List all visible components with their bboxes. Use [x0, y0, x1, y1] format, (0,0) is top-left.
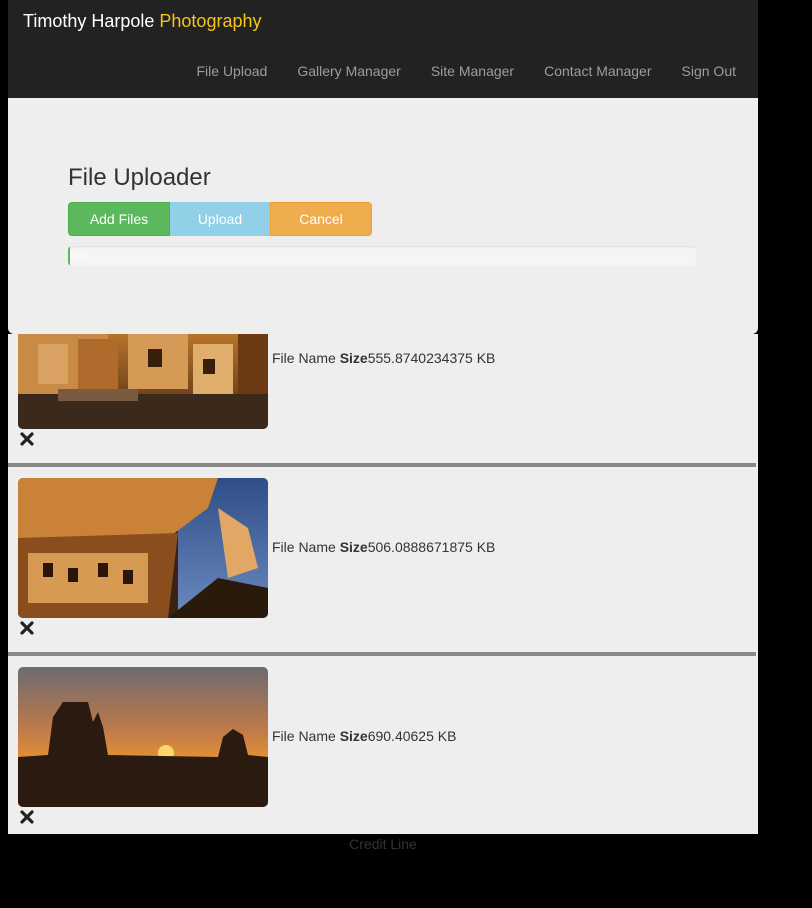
brand-accent: Photography	[159, 11, 262, 31]
add-files-button[interactable]: Add Files	[68, 202, 170, 236]
brand-name: Timothy Harpole	[23, 11, 155, 31]
file-thumbnail	[18, 478, 268, 618]
progress-bar-track: 0%	[68, 246, 697, 266]
uploader-buttons: Add Files Upload Cancel	[68, 202, 372, 236]
upload-button[interactable]: Upload	[170, 202, 270, 236]
file-size-label: Size	[339, 539, 368, 555]
brand[interactable]: Timothy Harpole Photography	[23, 11, 261, 32]
file-name-label: File Name	[272, 539, 336, 555]
nav-gallery-manager[interactable]: Gallery Manager	[282, 63, 416, 79]
file-size: 506.0888671875 KB	[367, 539, 496, 555]
file-size: 690.40625 KB	[367, 728, 457, 744]
remove-file-icon[interactable]	[19, 431, 35, 447]
list-item: File Name Size506.0888671875 KB	[8, 467, 758, 656]
file-size-label: Size	[339, 350, 368, 366]
uploader-title: File Uploader	[68, 164, 211, 191]
nav-site-manager[interactable]: Site Manager	[416, 63, 529, 79]
main-nav: File Upload Gallery Manager Site Manager…	[182, 63, 737, 79]
nav-sign-out[interactable]: Sign Out	[667, 63, 736, 79]
file-name-label: File Name	[272, 728, 336, 744]
file-list: File Name Size555.8740234375 KB File Nam…	[8, 334, 758, 834]
file-thumbnail	[18, 667, 268, 807]
remove-file-icon[interactable]	[19, 809, 35, 825]
cancel-button[interactable]: Cancel	[270, 202, 372, 236]
footer-credit: Credit Line	[349, 836, 417, 852]
progress-bar: 0%	[68, 246, 86, 266]
file-thumbnail	[18, 334, 268, 429]
remove-file-icon[interactable]	[19, 620, 35, 636]
list-item: File Name Size690.40625 KB	[8, 656, 758, 834]
file-size: 555.8740234375 KB	[367, 350, 496, 366]
list-item: File Name Size555.8740234375 KB	[8, 334, 758, 467]
file-info: File Name Size506.0888671875 KB	[272, 539, 495, 555]
nav-contact-manager[interactable]: Contact Manager	[529, 63, 666, 79]
navbar: Timothy Harpole Photography File Upload …	[8, 0, 758, 98]
file-name-label: File Name	[272, 350, 336, 366]
file-size-label: Size	[339, 728, 368, 744]
file-info: File Name Size555.8740234375 KB	[272, 350, 495, 366]
file-info: File Name Size690.40625 KB	[272, 728, 456, 744]
nav-file-upload[interactable]: File Upload	[182, 63, 283, 79]
uploader-panel: File Uploader Add Files Upload Cancel 0%	[8, 98, 758, 334]
